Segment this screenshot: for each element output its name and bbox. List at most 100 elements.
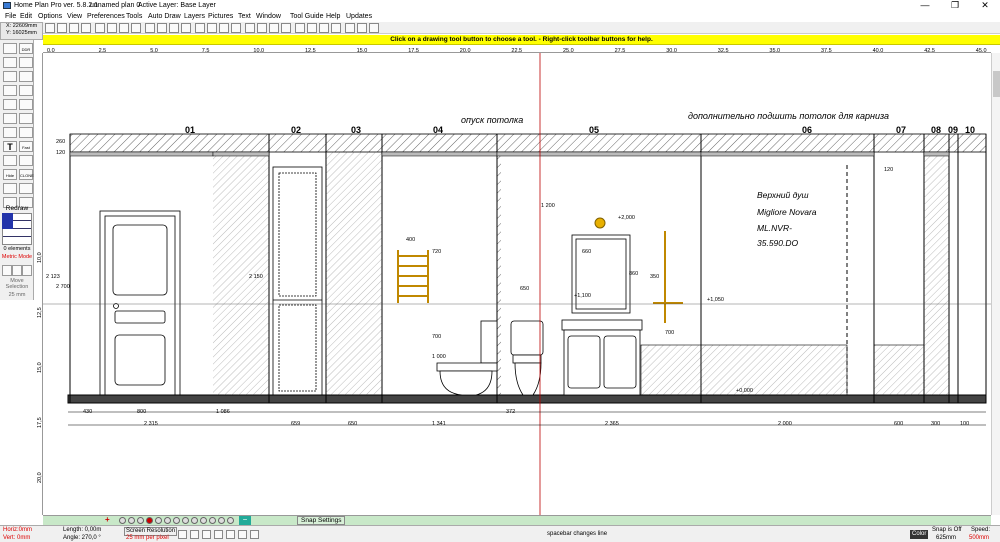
level-0000: +0,000 — [736, 388, 753, 394]
menu-window[interactable]: Window — [256, 11, 281, 22]
menu-updates[interactable]: Updates — [346, 11, 372, 22]
pan-icon[interactable] — [250, 530, 259, 539]
menu-file[interactable]: File — [5, 11, 16, 22]
arrow-left-icon[interactable] — [2, 265, 12, 276]
add-page-icon[interactable]: + — [105, 515, 110, 524]
columns-icon[interactable] — [295, 23, 305, 33]
page-dot-11[interactable] — [209, 517, 216, 524]
page-dot-2[interactable] — [128, 517, 135, 524]
settings-icon[interactable] — [369, 23, 379, 33]
snap-status[interactable]: Snap is Off — [932, 527, 962, 534]
cut-icon[interactable] — [107, 23, 117, 33]
page-dot-9[interactable] — [191, 517, 198, 524]
grid-icon[interactable] — [307, 23, 317, 33]
new-file-icon[interactable] — [45, 23, 55, 33]
close-button[interactable]: ✕ — [970, 0, 1000, 11]
zoom-prev-icon[interactable] — [178, 530, 187, 539]
zoom-window-icon[interactable] — [214, 530, 223, 539]
menu-edit[interactable]: Edit — [20, 11, 32, 22]
table-tool-icon[interactable] — [19, 155, 33, 166]
zoom-out-icon[interactable] — [157, 23, 167, 33]
color-button[interactable]: Color — [910, 530, 929, 539]
room-tool-icon[interactable] — [3, 71, 17, 82]
zoom-in-icon[interactable] — [145, 23, 155, 33]
help-icon[interactable] — [181, 23, 191, 33]
lock-icon[interactable] — [357, 23, 367, 33]
arrow-right-icon[interactable] — [22, 265, 32, 276]
wall-tool-icon[interactable] — [3, 57, 17, 68]
rotate-icon[interactable] — [207, 23, 217, 33]
page-dot-5[interactable] — [155, 517, 162, 524]
refresh-icon[interactable] — [231, 23, 241, 33]
align-left-icon[interactable] — [245, 23, 255, 33]
fast-text-button[interactable]: Fast — [19, 141, 33, 152]
minimize-button[interactable]: — — [910, 0, 940, 11]
line-tool-icon[interactable] — [19, 57, 33, 68]
zoom-out-status-icon[interactable] — [202, 530, 211, 539]
select-arrow-icon[interactable] — [3, 43, 17, 54]
hand-icon[interactable] — [195, 23, 205, 33]
maximize-button[interactable]: ❐ — [940, 0, 970, 11]
page-dot-8[interactable] — [182, 517, 189, 524]
vertical-scrollbar[interactable] — [991, 53, 1000, 515]
ddr-button[interactable]: DDR — [19, 43, 33, 54]
menu-tool-guide[interactable]: Tool Guide — [290, 11, 323, 22]
redraw-button[interactable]: Redraw — [0, 205, 34, 212]
page-dot-7[interactable] — [173, 517, 180, 524]
stairs-tool-icon[interactable] — [19, 183, 33, 194]
menu-help[interactable]: Help — [326, 11, 340, 22]
grid-fill-icon[interactable] — [3, 155, 17, 166]
ungroup-icon[interactable] — [331, 23, 341, 33]
hide-button[interactable]: Hide — [3, 169, 17, 180]
page-dot-12[interactable] — [218, 517, 225, 524]
ellipse-tool-icon[interactable] — [19, 99, 33, 110]
group-icon[interactable] — [319, 23, 329, 33]
page-dot-10[interactable] — [200, 517, 207, 524]
remove-page-icon[interactable]: − — [239, 516, 251, 525]
page-dot-1[interactable] — [119, 517, 126, 524]
polyline-tool-icon[interactable] — [3, 127, 17, 138]
menu-tools[interactable]: Tools — [126, 11, 142, 22]
page-dot-6[interactable] — [164, 517, 171, 524]
undo-icon[interactable] — [95, 23, 105, 33]
paste-icon[interactable] — [131, 23, 141, 33]
open-folder-icon[interactable] — [57, 23, 67, 33]
save-icon[interactable] — [69, 23, 79, 33]
page-dot-active[interactable] — [146, 517, 153, 524]
page-dot-13[interactable] — [227, 517, 234, 524]
drawing-canvas[interactable]: 01 02 03 04 05 06 07 08 09 10 опуск пото… — [43, 53, 991, 515]
text-tool-icon[interactable]: T — [3, 141, 17, 152]
menu-layers[interactable]: Layers — [184, 11, 205, 22]
zoom-fit-icon[interactable] — [169, 23, 179, 33]
copy-icon[interactable] — [119, 23, 129, 33]
speed-value[interactable]: 500mm — [969, 535, 989, 542]
menu-pictures[interactable]: Pictures — [208, 11, 233, 22]
arc-tool-icon[interactable] — [3, 85, 17, 96]
zoom-all-icon[interactable] — [226, 530, 235, 539]
snap-settings-button[interactable]: Snap Settings — [297, 516, 346, 525]
menu-text[interactable]: Text — [238, 11, 251, 22]
align-top-icon[interactable] — [281, 23, 291, 33]
menu-view[interactable]: View — [67, 11, 82, 22]
page-dot-3[interactable] — [137, 517, 144, 524]
layers-icon[interactable] — [345, 23, 355, 33]
circle-tool-icon[interactable] — [19, 85, 33, 96]
zoom-selection-icon[interactable] — [238, 530, 247, 539]
menu-preferences[interactable]: Preferences — [87, 11, 125, 22]
menu-options[interactable]: Options — [38, 11, 62, 22]
dimension-tool-icon[interactable] — [19, 127, 33, 138]
print-icon[interactable] — [81, 23, 91, 33]
align-right-icon[interactable] — [269, 23, 279, 33]
flip-icon[interactable] — [219, 23, 229, 33]
door-tool-icon[interactable] — [3, 113, 17, 124]
vertical-scroll-thumb[interactable] — [993, 71, 1000, 97]
align-center-icon[interactable] — [257, 23, 267, 33]
clone-button[interactable]: CLONE — [19, 169, 34, 180]
rectangle-tool-icon[interactable] — [19, 71, 33, 82]
zoom-in-status-icon[interactable] — [190, 530, 199, 539]
curve-tool-icon[interactable] — [3, 99, 17, 110]
fill-color-icon[interactable] — [3, 183, 17, 194]
arrow-up-icon[interactable] — [12, 265, 22, 276]
menu-auto-draw[interactable]: Auto Draw — [148, 11, 181, 22]
window-tool-icon[interactable] — [19, 113, 33, 124]
